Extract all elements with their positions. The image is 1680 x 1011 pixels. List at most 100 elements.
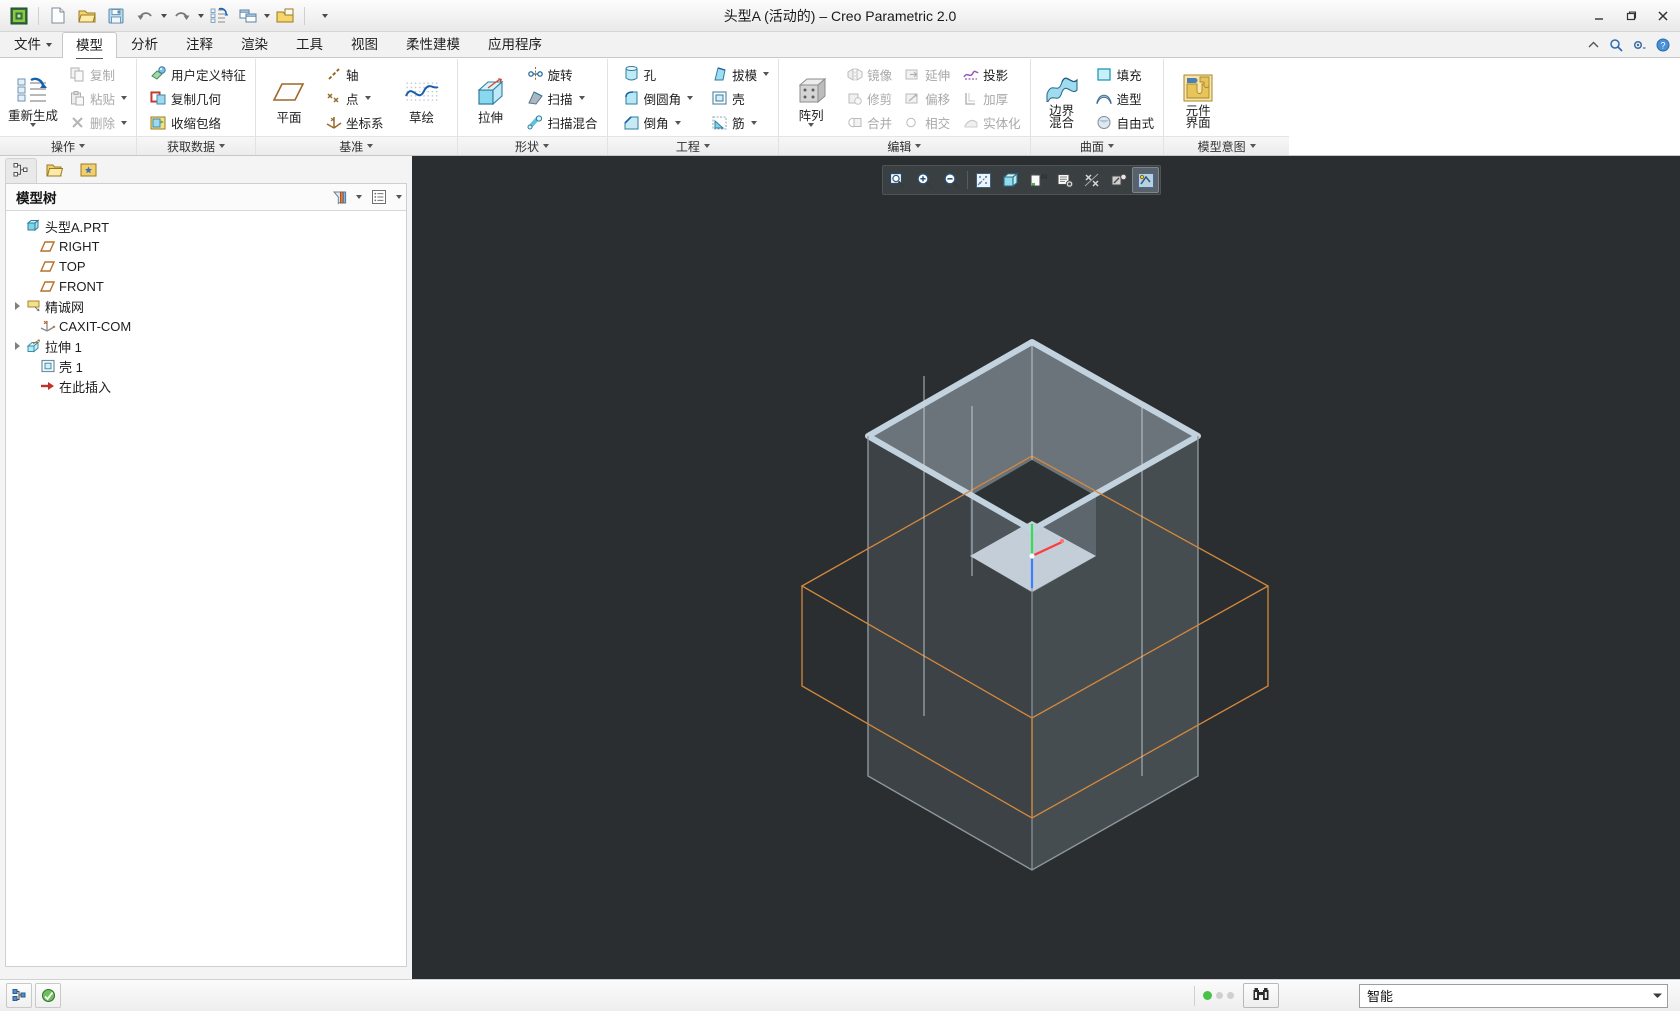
ribbon-group-surfaces-footer[interactable]: 曲面 (1030, 136, 1164, 155)
favorites-tab[interactable] (73, 158, 105, 183)
window-switch-icon[interactable] (234, 3, 262, 29)
search-icon[interactable] (1609, 38, 1623, 55)
window-dropdown-icon[interactable] (264, 13, 270, 18)
sweep-button[interactable]: 扫描 (522, 87, 603, 110)
chevron-down-icon[interactable] (30, 122, 36, 127)
offset-button[interactable]: 偏移 (899, 87, 955, 110)
draft-button[interactable]: 拔模 (706, 63, 774, 86)
style-button[interactable]: 造型 (1091, 87, 1160, 110)
tree-item-part[interactable]: 头型A.PRT (6, 216, 406, 236)
selection-filter-dropdown[interactable]: 智能 (1359, 983, 1668, 1008)
thicken-button[interactable]: 加厚 (957, 87, 1026, 110)
chevron-down-icon[interactable] (356, 195, 362, 199)
merge-button[interactable]: 合并 (841, 111, 897, 134)
copy-geometry-button[interactable]: 复制几何 (145, 87, 251, 110)
chevron-down-icon[interactable] (578, 96, 585, 101)
close-window-icon[interactable] (271, 3, 299, 29)
tree-expander[interactable] (10, 342, 24, 350)
datum-axis-button[interactable]: 轴 (320, 63, 389, 86)
swept-blend-button[interactable]: 扫描混合 (522, 111, 603, 134)
ribbon-group-editing-footer[interactable]: 编辑 (779, 136, 1030, 155)
udf-button[interactable]: 用户定义特征 (145, 63, 251, 86)
sketch-button[interactable]: 草绘 (391, 72, 453, 125)
ribbon-group-get-data-footer[interactable]: 获取数据 (137, 136, 256, 155)
minimize-ribbon-icon[interactable] (1587, 39, 1600, 54)
delete-button[interactable]: 删除 (64, 111, 132, 134)
fill-button[interactable]: 填充 (1091, 63, 1160, 86)
chevron-down-icon[interactable] (364, 96, 371, 101)
ribbon-group-shapes-footer[interactable]: 形状 (457, 136, 607, 155)
tab-render[interactable]: 渲染 (227, 32, 282, 57)
freestyle-button[interactable]: 自由式 (1091, 111, 1160, 134)
tree-item-right[interactable]: RIGHT (6, 236, 406, 256)
tab-annotate[interactable]: 注释 (172, 32, 227, 57)
creo-logo-icon[interactable] (5, 3, 33, 29)
close-button[interactable] (1652, 6, 1674, 26)
redo-icon[interactable] (168, 3, 196, 29)
redo-dropdown-icon[interactable] (198, 13, 204, 18)
chevron-down-icon[interactable] (674, 120, 681, 125)
tab-view[interactable]: 视图 (337, 32, 392, 57)
chevron-down-icon[interactable] (763, 72, 770, 77)
revolve-button[interactable]: 旋转 (522, 63, 603, 86)
tree-expander[interactable] (10, 302, 24, 310)
chevron-down-icon[interactable] (808, 122, 815, 127)
rib-button[interactable]: 筋 (706, 111, 774, 134)
folder-browser-tab[interactable] (39, 158, 71, 183)
hole-button[interactable]: 孔 (618, 63, 699, 86)
regenerate-icon[interactable] (205, 3, 233, 29)
ribbon-group-datum-footer[interactable]: 基准 (256, 136, 457, 155)
chevron-down-icon[interactable] (1647, 986, 1667, 1006)
tree-item-insert-here[interactable]: 在此插入 (6, 376, 406, 396)
solidify-button[interactable]: 实体化 (957, 111, 1026, 134)
paste-button[interactable]: 粘贴 (64, 87, 132, 110)
help-icon[interactable]: ? (1656, 38, 1670, 55)
extrude-button[interactable]: 拉伸 (462, 72, 520, 125)
tree-item-csys[interactable]: CAXIT-COM (6, 316, 406, 336)
trim-button[interactable]: 修剪 (841, 87, 897, 110)
minimize-button[interactable] (1588, 6, 1610, 26)
tab-analysis[interactable]: 分析 (117, 32, 172, 57)
tree-filter-button[interactable] (327, 186, 351, 208)
ribbon-group-model-intent-footer[interactable]: 模型意图 (1164, 136, 1290, 155)
extend-button[interactable]: 延伸 (899, 63, 955, 86)
tab-flexible-modeling[interactable]: 柔性建模 (392, 32, 474, 57)
tree-item-group-jingchengwang[interactable]: 精诚网 (6, 296, 406, 316)
selection-filter-button[interactable] (6, 983, 32, 1008)
tab-applications[interactable]: 应用程序 (474, 32, 556, 57)
model-viewport[interactable] (412, 156, 1680, 911)
tab-model[interactable]: 模型 (62, 32, 117, 59)
ribbon-group-engineering-footer[interactable]: 工程 (607, 136, 779, 155)
ribbon-group-operations-footer[interactable]: 操作 (0, 136, 137, 155)
project-button[interactable]: 投影 (957, 63, 1026, 86)
search-tool-button[interactable] (1243, 983, 1279, 1008)
settings-icon[interactable] (1632, 39, 1647, 55)
tree-settings-button[interactable] (367, 186, 391, 208)
chevron-down-icon[interactable] (687, 96, 694, 101)
round-button[interactable]: 倒圆角 (618, 87, 699, 110)
shrinkwrap-button[interactable]: 收缩包络 (145, 111, 251, 134)
new-file-icon[interactable] (44, 3, 72, 29)
tab-file[interactable]: 文件 (0, 32, 62, 57)
save-icon[interactable] (102, 3, 130, 29)
mirror-button[interactable]: 镜像 (841, 63, 897, 86)
copy-button[interactable]: 复制 (64, 63, 132, 86)
model-tree-tab[interactable] (5, 158, 37, 183)
undo-icon[interactable] (131, 3, 159, 29)
tab-tools[interactable]: 工具 (282, 32, 337, 57)
datum-point-button[interactable]: 点 (320, 87, 389, 110)
chevron-down-icon[interactable] (121, 96, 128, 101)
graphics-window[interactable]: AB (412, 156, 1680, 979)
chevron-down-icon[interactable] (121, 120, 128, 125)
tree-item-front[interactable]: FRONT (6, 276, 406, 296)
intersect-button[interactable]: 相交 (899, 111, 955, 134)
component-interface-button[interactable]: 元件 界面 (1168, 67, 1228, 131)
model-colors-button[interactable] (35, 983, 61, 1008)
pattern-button[interactable]: 阵列 (783, 70, 839, 128)
regenerate-button[interactable]: 重新生成 (4, 70, 62, 128)
undo-dropdown-icon[interactable] (161, 13, 167, 18)
datum-plane-button[interactable]: 平面 (260, 72, 318, 125)
coordinate-system-button[interactable]: 坐标系 (320, 111, 389, 134)
tree-item-shell-1[interactable]: 壳 1 (6, 356, 406, 376)
tree-item-extrude-1[interactable]: 拉伸 1 (6, 336, 406, 356)
